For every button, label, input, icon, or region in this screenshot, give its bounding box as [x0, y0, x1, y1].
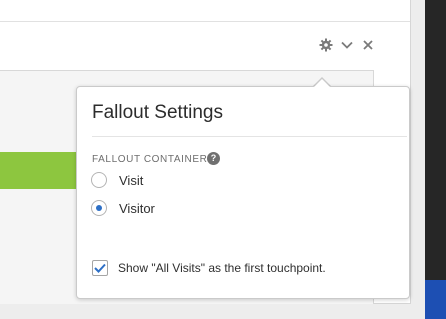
radio-label-visit: Visit [119, 172, 144, 188]
checkbox-label: Show "All Visits" as the first touchpoin… [118, 261, 326, 275]
show-all-visits-checkbox-row[interactable]: Show "All Visits" as the first touchpoin… [92, 260, 326, 276]
fallout-container-label: FALLOUT CONTAINER [92, 154, 208, 165]
fallout-settings-popover: Fallout Settings FALLOUT CONTAINER ? Vis… [76, 86, 410, 299]
checkmark-icon [94, 263, 106, 273]
fallout-bar [0, 152, 78, 189]
popover-arrow [313, 79, 331, 88]
radio-button-selected[interactable] [91, 200, 107, 216]
help-icon[interactable]: ? [207, 152, 220, 165]
radio-label-visitor: Visitor [119, 200, 155, 216]
popover-divider [92, 136, 407, 137]
radio-visitor[interactable]: Visitor [91, 200, 155, 216]
checkbox[interactable] [92, 260, 108, 276]
right-dark-strip [425, 0, 446, 319]
gear-icon[interactable] [317, 36, 335, 54]
popover-title: Fallout Settings [92, 102, 223, 123]
radio-visit[interactable]: Visit [91, 172, 143, 188]
blue-side-bar [425, 280, 446, 319]
close-icon[interactable] [359, 36, 377, 54]
panel-divider [0, 21, 410, 22]
chevron-down-icon[interactable] [338, 36, 356, 54]
radio-button[interactable] [91, 172, 107, 188]
